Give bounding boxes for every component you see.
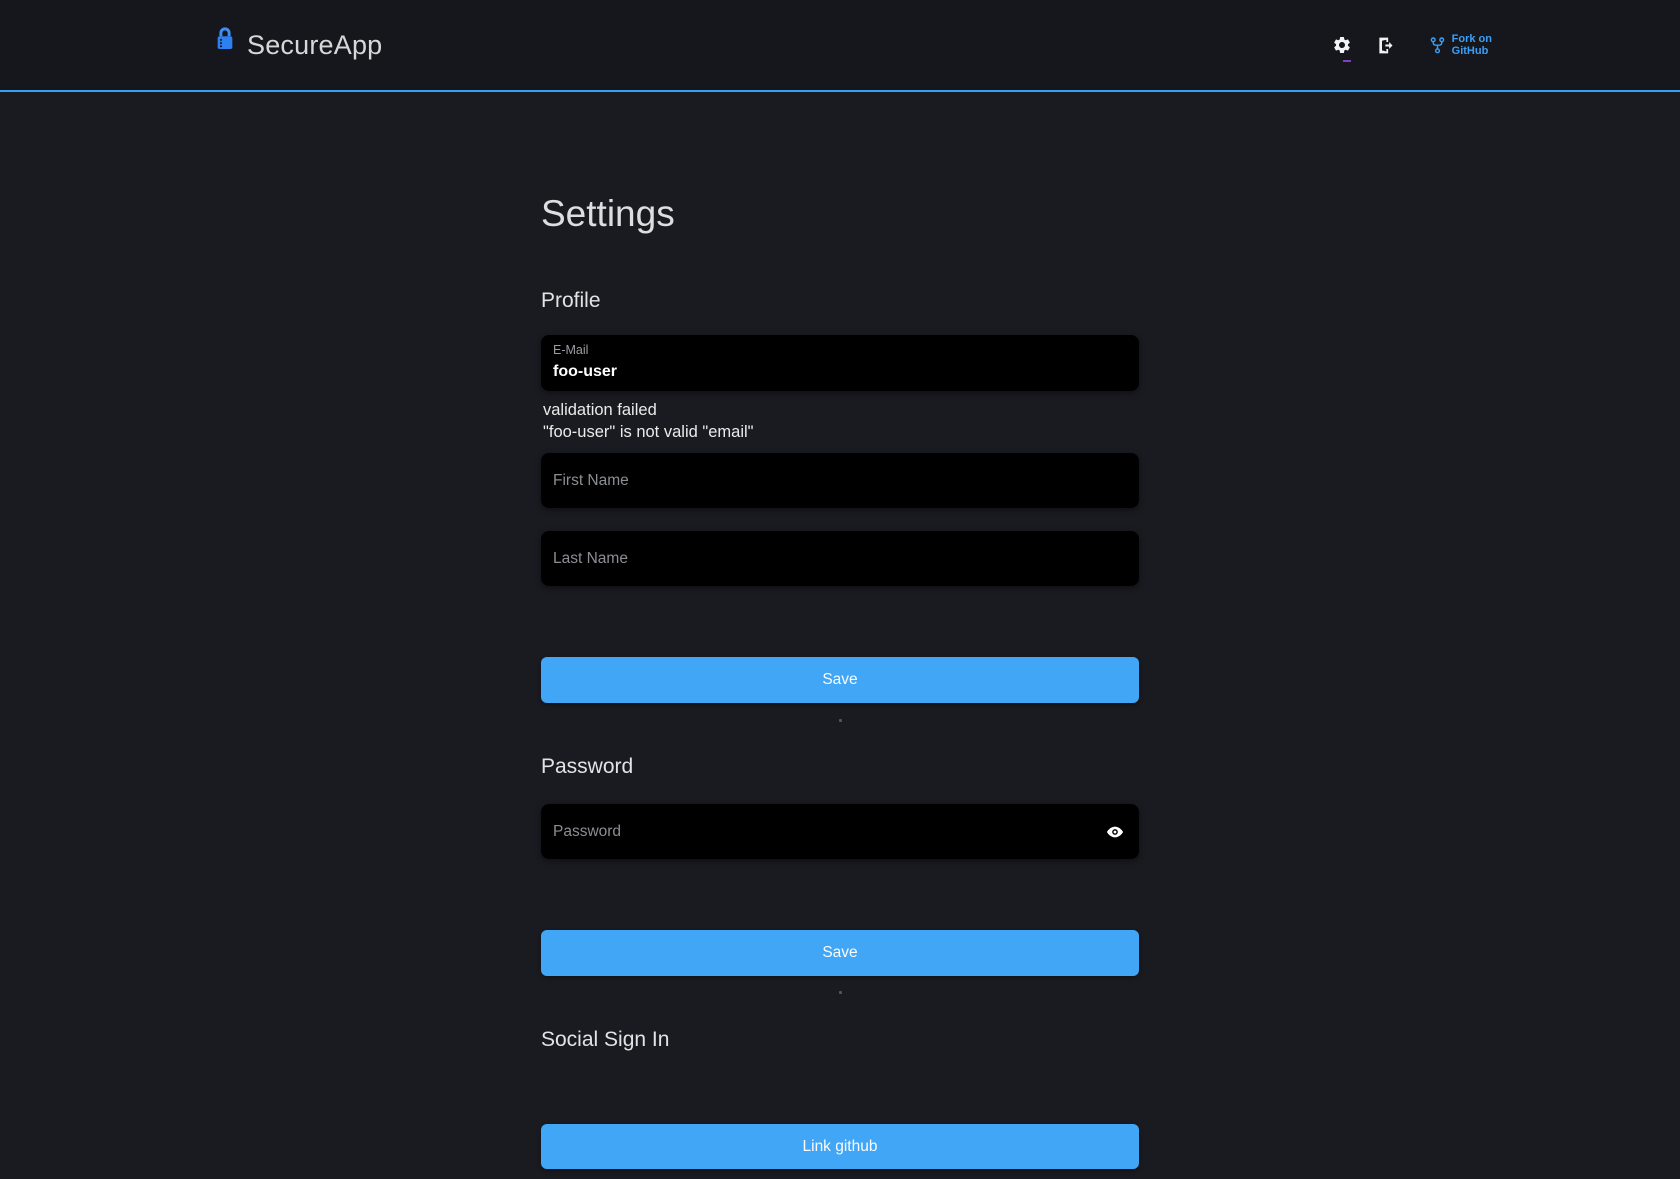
- email-input[interactable]: [553, 360, 1127, 384]
- validation-error-line2: "foo-user" is not valid "email": [543, 421, 1139, 443]
- settings-page: Settings Profile E-Mail validation faile…: [541, 192, 1139, 1169]
- app-logo[interactable]: SecureApp: [214, 30, 382, 61]
- password-save-button[interactable]: Save: [541, 930, 1139, 976]
- header-actions: Fork on GitHub: [1328, 31, 1492, 60]
- lock-icon: [214, 25, 236, 52]
- fork-link-label: Fork on GitHub: [1452, 33, 1492, 57]
- password-input[interactable]: [541, 804, 1139, 859]
- last-name-input[interactable]: [541, 531, 1139, 586]
- page-title: Settings: [541, 192, 1139, 236]
- app-header: SecureApp: [0, 0, 1680, 92]
- password-field-container: [541, 804, 1139, 859]
- fork-on-github-link[interactable]: Fork on GitHub: [1429, 33, 1492, 57]
- last-name-field-container: [541, 531, 1139, 586]
- validation-error-line1: validation failed: [543, 399, 1139, 421]
- email-validation-error: validation failed "foo-user" is not vali…: [541, 399, 1139, 443]
- tiny-dot-marker: [839, 719, 842, 722]
- link-github-button[interactable]: Link github: [541, 1124, 1139, 1169]
- toggle-password-visibility-button[interactable]: [1099, 816, 1131, 848]
- social-sign-in-heading: Social Sign In: [541, 1028, 1139, 1052]
- eye-icon: [1105, 822, 1125, 842]
- profile-save-button[interactable]: Save: [541, 657, 1139, 703]
- settings-gear-button[interactable]: [1328, 31, 1356, 59]
- email-field-container: E-Mail: [541, 335, 1139, 391]
- tiny-dot-marker: [839, 991, 842, 994]
- app-name: SecureApp: [247, 30, 382, 61]
- logout-door-icon: [1375, 35, 1396, 56]
- profile-section-heading: Profile: [541, 289, 1139, 313]
- password-section-heading: Password: [541, 755, 1139, 779]
- git-fork-icon: [1429, 36, 1446, 55]
- first-name-field-container: [541, 453, 1139, 508]
- gear-underline-mark: [1343, 60, 1351, 62]
- email-field-label: E-Mail: [553, 343, 1127, 358]
- logout-button[interactable]: [1371, 31, 1400, 60]
- gear-icon: [1332, 35, 1352, 55]
- first-name-input[interactable]: [541, 453, 1139, 508]
